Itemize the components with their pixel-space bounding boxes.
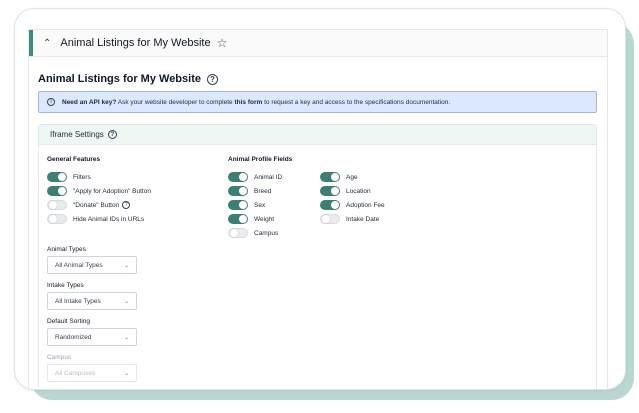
- toggle-label: Age: [346, 173, 358, 181]
- chevron-down-icon: ⌄: [123, 370, 129, 377]
- toggle-row-hide-ids[interactable]: Hide Animal IDs in URLs: [47, 214, 144, 224]
- donate-button-toggle[interactable]: [47, 200, 67, 210]
- toggle-label: "Apply for Adoption" Button: [73, 187, 151, 195]
- toggle-row-location[interactable]: Location: [320, 186, 371, 196]
- toggle-row-apply-button[interactable]: "Apply for Adoption" Button: [47, 186, 151, 196]
- breed-toggle[interactable]: [228, 186, 248, 196]
- header-title: Animal Listings for My Website: [60, 37, 211, 49]
- toggle-row-donate-button[interactable]: "Donate" Button ?: [47, 200, 131, 210]
- toggle-row-sex[interactable]: Sex: [228, 200, 265, 210]
- default-sorting-value: Randomized: [55, 333, 92, 341]
- animal-types-select[interactable]: All Animal Types ⌄: [47, 256, 137, 274]
- animal-id-toggle[interactable]: [228, 172, 248, 182]
- chevron-down-icon: ⌄: [123, 298, 129, 305]
- animal-types-label: Animal Types: [47, 246, 86, 253]
- sex-toggle[interactable]: [228, 200, 248, 210]
- browser-frame: ⌃ Animal Listings for My Website ☆ Anima…: [14, 8, 626, 390]
- animal-types-value: All Animal Types: [55, 261, 103, 269]
- toggle-label: Campus: [254, 229, 279, 237]
- toggle-row-campus[interactable]: Campus: [228, 228, 278, 238]
- chevron-down-icon: ⌄: [123, 334, 129, 341]
- toggle-row-age[interactable]: Age: [320, 172, 358, 182]
- banner-form-link[interactable]: this form: [234, 99, 262, 106]
- chevron-down-icon: ⌄: [123, 262, 129, 269]
- help-circle-icon[interactable]: ?: [207, 73, 218, 85]
- accent-bar: [29, 30, 33, 56]
- iframe-settings-title: Iframe Settings: [50, 130, 104, 139]
- location-toggle[interactable]: [320, 186, 340, 196]
- toggle-row-adoption-fee[interactable]: Adoption Fee: [320, 200, 385, 210]
- campus-label: Campus: [47, 354, 72, 361]
- toggle-label: Intake Date: [346, 215, 380, 223]
- page-title: Animal Listings for My Website ?: [38, 73, 218, 85]
- adoption-fee-toggle[interactable]: [320, 200, 340, 210]
- help-circle-icon[interactable]: ?: [107, 130, 117, 139]
- page-title-text: Animal Listings for My Website: [38, 73, 201, 85]
- toggle-label: Adoption Fee: [346, 201, 385, 209]
- api-key-banner: i Need an API key? Ask your website deve…: [38, 91, 597, 113]
- help-circle-icon[interactable]: ?: [122, 201, 131, 209]
- toggle-label: Hide Animal IDs in URLs: [73, 215, 145, 223]
- animal-profile-fields-label: Animal Profile Fields: [228, 156, 293, 163]
- toggle-label: Weight: [254, 215, 275, 223]
- content-area: ⌃ Animal Listings for My Website ☆ Anima…: [28, 29, 608, 389]
- intake-types-value: All Intake Types: [55, 297, 101, 305]
- campus-toggle[interactable]: [228, 228, 248, 238]
- intake-date-toggle[interactable]: [320, 214, 340, 224]
- iframe-settings-panel: Iframe Settings ? General Features Filte…: [38, 124, 597, 389]
- default-sorting-select[interactable]: Randomized ⌄: [47, 328, 137, 346]
- default-sorting-label: Default Sorting: [47, 318, 90, 325]
- weight-toggle[interactable]: [228, 214, 248, 224]
- intake-types-label: Intake Types: [47, 282, 84, 289]
- campus-select[interactable]: All Campuses ⌄: [47, 364, 137, 382]
- star-icon[interactable]: ☆: [217, 36, 228, 50]
- apply-button-toggle[interactable]: [47, 186, 67, 196]
- toggle-row-animal-id[interactable]: Animal ID: [228, 172, 282, 182]
- toggle-label: Animal ID: [254, 173, 283, 181]
- info-icon: i: [47, 98, 55, 106]
- toggle-row-intake-date[interactable]: Intake Date: [320, 214, 379, 224]
- general-features-label: General Features: [47, 156, 101, 163]
- campus-value: All Campuses: [55, 369, 96, 377]
- banner-text-after: to request a key and access to the speci…: [262, 98, 451, 106]
- hide-ids-toggle[interactable]: [47, 214, 67, 224]
- banner-text-before: Ask your website developer to complete: [116, 98, 235, 106]
- toggle-label: Location: [346, 187, 371, 195]
- toggle-label: "Donate" Button: [73, 201, 120, 209]
- collapsible-header[interactable]: ⌃ Animal Listings for My Website ☆: [29, 29, 607, 57]
- toggle-label: Sex: [254, 201, 266, 209]
- toggle-row-breed[interactable]: Breed: [228, 186, 271, 196]
- toggle-label: Breed: [254, 187, 272, 195]
- toggle-row-weight[interactable]: Weight: [228, 214, 274, 224]
- chevron-up-icon[interactable]: ⌃: [43, 38, 51, 49]
- toggle-row-filters[interactable]: Filters: [47, 172, 91, 182]
- age-toggle[interactable]: [320, 172, 340, 182]
- intake-types-select[interactable]: All Intake Types ⌄: [47, 292, 137, 310]
- filters-toggle[interactable]: [47, 172, 67, 182]
- banner-lead: Need an API key?: [62, 98, 117, 106]
- toggle-label: Filters: [73, 173, 91, 181]
- iframe-settings-header: Iframe Settings ?: [39, 125, 596, 145]
